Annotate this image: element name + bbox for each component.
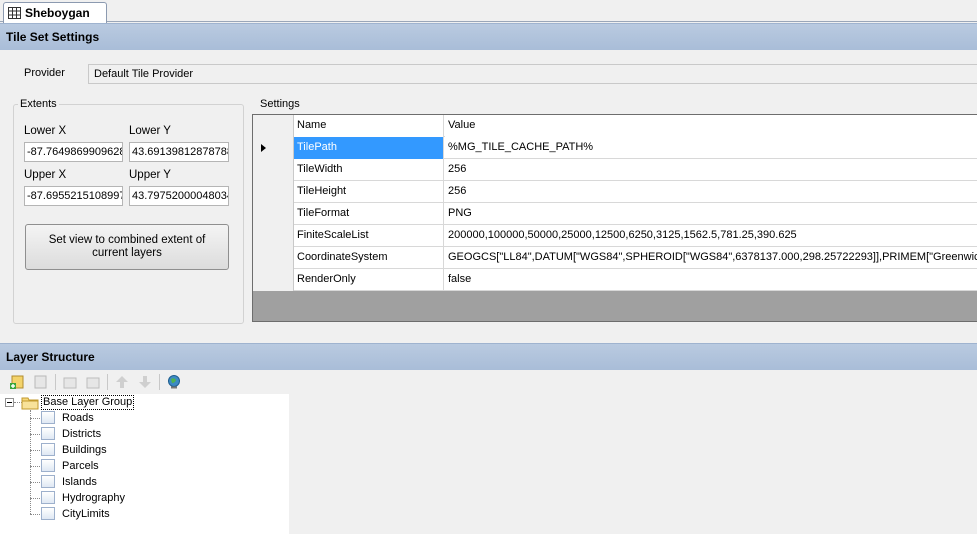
- setting-name-cell[interactable]: TileHeight: [294, 181, 444, 203]
- grid-icon: [8, 7, 21, 19]
- toolbar-separator: [159, 374, 160, 390]
- grid-header-row: Name Value: [253, 115, 977, 137]
- setting-value-cell[interactable]: GEOGCS["LL84",DATUM["WGS84",SPHEROID["WG…: [445, 247, 977, 269]
- layer-item-parcels[interactable]: Parcels: [62, 460, 99, 472]
- document-tab-strip: [0, 0, 977, 22]
- move-down-icon[interactable]: [136, 373, 154, 391]
- settings-property-grid: Name Value TilePath %MG_TILE_CACHE_PATH%…: [252, 114, 977, 322]
- toolbar-separator: [107, 374, 108, 390]
- grid-corner-cell: [253, 115, 294, 137]
- toolbar-separator: [55, 374, 56, 390]
- table-row[interactable]: TileWidth 256: [253, 159, 977, 181]
- layer-tree[interactable]: Base Layer Group Roads Districts Buildin…: [0, 394, 289, 534]
- setting-value-cell[interactable]: PNG: [445, 203, 977, 225]
- tile-set-settings-header[interactable]: Tile Set Settings: [0, 23, 977, 50]
- setting-value-cell[interactable]: 256: [445, 181, 977, 203]
- tile-set-settings-title: Tile Set Settings: [6, 30, 100, 44]
- row-selector[interactable]: [253, 159, 294, 181]
- layer-item-districts[interactable]: Districts: [62, 428, 101, 440]
- tree-connector: [30, 498, 40, 499]
- add-group-icon[interactable]: [61, 373, 79, 391]
- layer-item-citylimits[interactable]: CityLimits: [62, 508, 110, 520]
- table-row[interactable]: TilePath %MG_TILE_CACHE_PATH%: [253, 137, 977, 159]
- setting-name-cell[interactable]: TilePath: [294, 137, 444, 159]
- layer-icon: [41, 443, 55, 456]
- lower-y-input[interactable]: 43.691398128787887: [129, 142, 229, 162]
- upper-x-input[interactable]: -87.695521510899730: [24, 186, 123, 206]
- row-selector[interactable]: [253, 137, 294, 159]
- layer-item-buildings[interactable]: Buildings: [62, 444, 107, 456]
- layer-structure-title: Layer Structure: [6, 350, 95, 364]
- remove-group-icon[interactable]: [84, 373, 102, 391]
- row-selector[interactable]: [253, 269, 294, 291]
- globe-icon[interactable]: [165, 373, 183, 391]
- layer-icon: [41, 475, 55, 488]
- upper-y-label: Upper Y: [129, 169, 171, 181]
- current-row-arrow-icon: [261, 144, 266, 152]
- lower-y-label: Lower Y: [129, 125, 171, 137]
- extents-caption: Extents: [18, 98, 59, 110]
- row-selector[interactable]: [253, 203, 294, 225]
- setting-name-cell[interactable]: RenderOnly: [294, 269, 444, 291]
- setting-value-cell[interactable]: 256: [445, 159, 977, 181]
- setting-name-cell[interactable]: CoordinateSystem: [294, 247, 444, 269]
- setting-name-cell[interactable]: TileFormat: [294, 203, 444, 225]
- layer-group-label[interactable]: Base Layer Group: [41, 395, 135, 410]
- column-header-value[interactable]: Value: [445, 115, 977, 137]
- upper-x-label: Upper X: [24, 169, 67, 181]
- tree-connector: [30, 418, 40, 419]
- document-tab-sheboygan[interactable]: Sheboygan: [3, 2, 107, 23]
- collapse-toggle-icon[interactable]: [5, 398, 14, 407]
- row-selector[interactable]: [253, 181, 294, 203]
- provider-field[interactable]: Default Tile Provider: [88, 64, 977, 84]
- layer-structure-header[interactable]: Layer Structure: [0, 343, 977, 370]
- table-row[interactable]: FiniteScaleList 200000,100000,50000,2500…: [253, 225, 977, 247]
- column-header-name[interactable]: Name: [294, 115, 444, 137]
- settings-caption: Settings: [258, 98, 302, 110]
- tree-connector: [30, 482, 40, 483]
- table-row[interactable]: TileFormat PNG: [253, 203, 977, 225]
- tree-connector: [30, 514, 40, 515]
- upper-y-input[interactable]: 43.797520000480347: [129, 186, 229, 206]
- tree-connector: [30, 434, 40, 435]
- table-row[interactable]: RenderOnly false: [253, 269, 977, 291]
- setting-value-cell[interactable]: %MG_TILE_CACHE_PATH%: [445, 137, 977, 159]
- row-selector[interactable]: [253, 225, 294, 247]
- setting-name-cell[interactable]: TileWidth: [294, 159, 444, 181]
- layer-item-islands[interactable]: Islands: [62, 476, 97, 488]
- layer-icon: [41, 507, 55, 520]
- tree-connector: [30, 466, 40, 467]
- layer-properties-area: [289, 370, 977, 534]
- remove-layer-icon[interactable]: [31, 373, 49, 391]
- document-tab-label: Sheboygan: [25, 6, 90, 20]
- add-layer-icon[interactable]: [8, 373, 26, 391]
- layer-icon: [41, 427, 55, 440]
- layer-item-roads[interactable]: Roads: [62, 412, 94, 424]
- provider-label: Provider: [24, 67, 65, 79]
- setting-name-cell[interactable]: FiniteScaleList: [294, 225, 444, 247]
- table-row[interactable]: TileHeight 256: [253, 181, 977, 203]
- layer-icon: [41, 411, 55, 424]
- set-view-combined-extent-button[interactable]: Set view to combined extent of current l…: [25, 224, 229, 270]
- layer-icon: [41, 491, 55, 504]
- row-selector[interactable]: [253, 247, 294, 269]
- lower-x-input[interactable]: -87.764986990962862: [24, 142, 123, 162]
- lower-x-label: Lower X: [24, 125, 67, 137]
- move-up-icon[interactable]: [113, 373, 131, 391]
- layer-icon: [41, 459, 55, 472]
- extents-group: [13, 104, 244, 324]
- setting-value-cell[interactable]: 200000,100000,50000,25000,12500,6250,312…: [445, 225, 977, 247]
- layer-item-hydrography[interactable]: Hydrography: [62, 492, 125, 504]
- tree-connector: [30, 450, 40, 451]
- setting-value-cell[interactable]: false: [445, 269, 977, 291]
- table-row[interactable]: CoordinateSystem GEOGCS["LL84",DATUM["WG…: [253, 247, 977, 269]
